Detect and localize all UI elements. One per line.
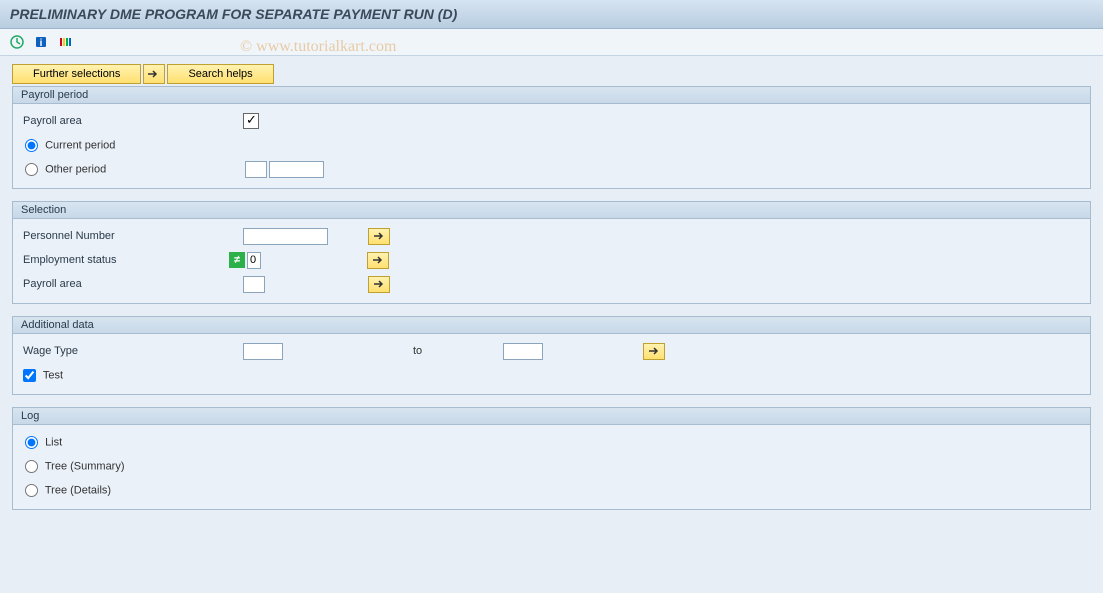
not-equal-icon[interactable]: ≠: [229, 252, 245, 268]
page-title: PRELIMINARY DME PROGRAM FOR SEPARATE PAY…: [10, 6, 1093, 22]
log-tree-summary-text: Tree (Summary): [45, 460, 125, 472]
additional-data-group: Additional data Wage Type to Test: [12, 316, 1091, 395]
employment-status-multi-icon[interactable]: [367, 252, 389, 269]
other-period-text: Other period: [45, 163, 106, 175]
toolbar: i: [0, 29, 1103, 56]
log-group: Log List Tree (Summary) Tree (Details): [12, 407, 1091, 510]
payroll-area-multi-icon[interactable]: [368, 276, 390, 293]
wage-type-from-input[interactable]: [243, 343, 283, 360]
test-text: Test: [43, 369, 63, 381]
other-period-radio-label[interactable]: Other period: [25, 163, 245, 176]
other-period-input-2[interactable]: [269, 161, 324, 178]
log-list-text: List: [45, 436, 62, 448]
employment-status-label: Employment status: [23, 254, 229, 266]
arrow-right-icon[interactable]: [143, 64, 165, 84]
log-list-radio[interactable]: [25, 436, 38, 449]
test-checkbox-label[interactable]: Test: [23, 369, 63, 382]
layout-icon[interactable]: [56, 33, 74, 51]
further-selections-button[interactable]: Further selections: [12, 64, 141, 84]
log-tree-details-text: Tree (Details): [45, 484, 111, 496]
log-header: Log: [13, 408, 1090, 425]
selection-header: Selection: [13, 202, 1090, 219]
test-checkbox[interactable]: [23, 369, 36, 382]
current-period-radio[interactable]: [25, 139, 38, 152]
wage-type-to-input[interactable]: [503, 343, 543, 360]
to-label: to: [413, 345, 503, 357]
employment-status-input[interactable]: [247, 252, 261, 269]
wage-type-multi-icon[interactable]: [643, 343, 665, 360]
additional-data-header: Additional data: [13, 317, 1090, 334]
log-tree-details-radio-label[interactable]: Tree (Details): [25, 484, 111, 497]
payroll-period-header: Payroll period: [13, 87, 1090, 104]
selection-buttons-row: Further selections Search helps: [12, 64, 1091, 84]
title-bar: PRELIMINARY DME PROGRAM FOR SEPARATE PAY…: [0, 0, 1103, 29]
personnel-number-input[interactable]: [243, 228, 328, 245]
content-area: Further selections Search helps Payroll …: [0, 56, 1103, 530]
search-helps-button[interactable]: Search helps: [167, 64, 273, 84]
payroll-area-checkbox-icon[interactable]: [243, 113, 259, 129]
personnel-number-label: Personnel Number: [23, 230, 243, 242]
info-icon[interactable]: i: [32, 33, 50, 51]
other-period-input-1[interactable]: [245, 161, 267, 178]
log-tree-summary-radio[interactable]: [25, 460, 38, 473]
personnel-number-multi-icon[interactable]: [368, 228, 390, 245]
log-list-radio-label[interactable]: List: [25, 436, 62, 449]
selection-payroll-area-label: Payroll area: [23, 278, 243, 290]
other-period-radio[interactable]: [25, 163, 38, 176]
selection-group: Selection Personnel Number Employment st…: [12, 201, 1091, 304]
selection-payroll-area-input[interactable]: [243, 276, 265, 293]
log-tree-summary-radio-label[interactable]: Tree (Summary): [25, 460, 125, 473]
current-period-radio-label[interactable]: Current period: [25, 139, 115, 152]
svg-text:i: i: [40, 38, 43, 49]
execute-icon[interactable]: [8, 33, 26, 51]
log-tree-details-radio[interactable]: [25, 484, 38, 497]
payroll-period-group: Payroll period Payroll area Current peri…: [12, 86, 1091, 189]
current-period-text: Current period: [45, 139, 115, 151]
payroll-area-label: Payroll area: [23, 115, 243, 127]
wage-type-label: Wage Type: [23, 345, 243, 357]
